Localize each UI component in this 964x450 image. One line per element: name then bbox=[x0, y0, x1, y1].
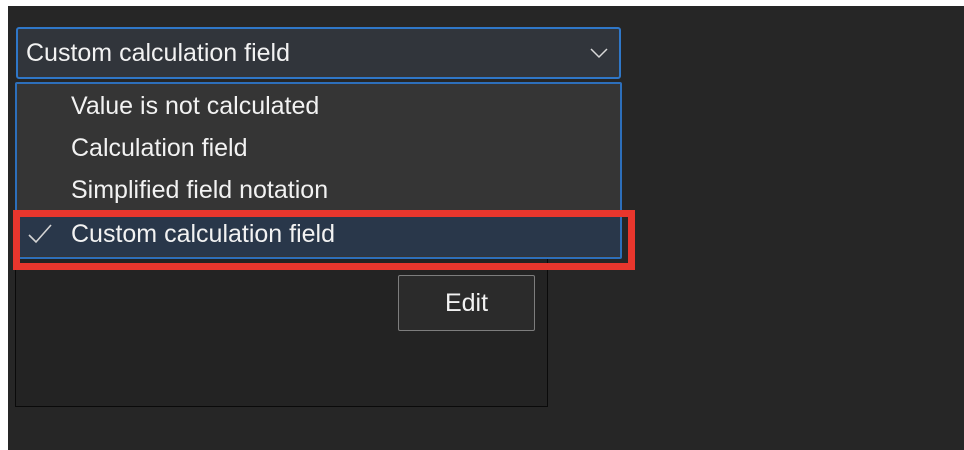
option-simplified-field-notation[interactable]: Simplified field notation bbox=[17, 168, 620, 212]
option-label: Simplified field notation bbox=[71, 175, 329, 204]
edit-button-label: Edit bbox=[444, 288, 489, 317]
option-calculation-field[interactable]: Calculation field bbox=[17, 126, 620, 170]
highlight-annotation bbox=[13, 210, 635, 270]
option-label: Calculation field bbox=[71, 133, 248, 162]
calculation-type-select[interactable]: Custom calculation field bbox=[16, 27, 621, 79]
option-label: Value is not calculated bbox=[71, 91, 320, 120]
selected-value: Custom calculation field bbox=[26, 38, 291, 67]
chevron-down-icon[interactable] bbox=[587, 41, 611, 65]
option-value-not-calculated[interactable]: Value is not calculated bbox=[17, 84, 620, 128]
edit-button[interactable]: Edit bbox=[398, 275, 535, 331]
